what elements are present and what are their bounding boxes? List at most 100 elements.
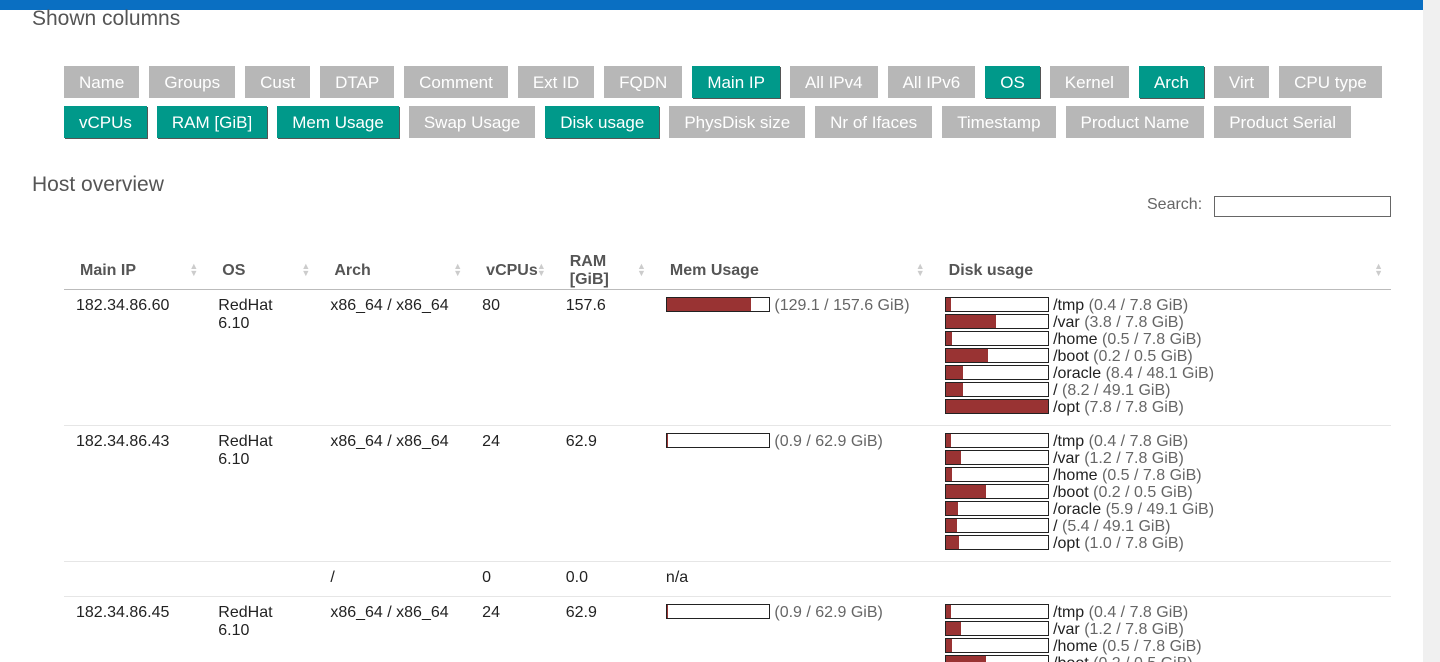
toggle-column-cust[interactable]: Cust: [245, 66, 311, 98]
disk-usage-bar: [944, 297, 1049, 312]
toggle-column-ext-id[interactable]: Ext ID: [517, 66, 595, 98]
sort-arrows-icon: ▲ ▼: [189, 261, 199, 278]
disk-usage-fill: [945, 622, 961, 635]
disk-usage-text: (0.2 / 0.5 GiB): [1093, 655, 1193, 662]
disk-usage-bar: [944, 348, 1049, 363]
disk-usage-line: /tmp (0.4 / 7.8 GiB): [944, 604, 1379, 621]
column-header-mem-usage[interactable]: Mem Usage ▲ ▼: [653, 253, 933, 290]
table-header-row: Main IP ▲ ▼ OS ▲ ▼ Arch ▲ ▼ vCPUs ▲ ▼ RAM [GiB] ▲ ▼ Mem…: [64, 253, 1391, 290]
disk-usage-fill: [945, 502, 958, 515]
table-row: 182.34.86.43 RedHat 6.10 x86_64 / x86_64 24…: [64, 425, 1391, 562]
button-row: Name Groups Cust DTAP Comment Ext ID FQDN Main …: [64, 66, 1384, 98]
column-header-os[interactable]: OS ▲ ▼: [206, 253, 319, 290]
toggle-column-vcpus[interactable]: vCPUs: [64, 106, 147, 138]
disk-usage-cell: [932, 561, 1391, 597]
disk-mount-label: /opt: [1048, 535, 1085, 552]
column-header-vcpus[interactable]: vCPUs ▲ ▼: [470, 253, 554, 290]
main-ip-cell: [64, 561, 207, 597]
disk-usage-bar: [944, 399, 1049, 414]
disk-usage-fill: [945, 451, 961, 464]
disk-mount-label: /oracle: [1048, 501, 1106, 518]
search-input[interactable]: [1214, 196, 1391, 217]
toggle-column-product-serial[interactable]: Product Serial: [1214, 106, 1351, 138]
disk-usage-line: /var (1.2 / 7.8 GiB): [944, 450, 1379, 467]
column-header-disk-usage[interactable]: Disk usage ▲ ▼: [932, 253, 1391, 290]
toggle-column-main-ip[interactable]: Main IP: [692, 66, 780, 98]
toggle-column-kernel[interactable]: Kernel: [1049, 66, 1129, 98]
disk-usage-text: (7.8 / 7.8 GiB): [1084, 399, 1184, 416]
disk-usage-fill: [945, 536, 959, 549]
disk-mount-label: /home: [1048, 638, 1102, 655]
column-header-label: Arch: [334, 262, 371, 279]
column-toggle-buttons: Name Groups Cust DTAP Comment Ext ID FQDN Main …: [64, 66, 1384, 146]
ram-cell: 62.9: [553, 596, 654, 662]
disk-usage-bar: [944, 501, 1049, 516]
disk-mount-label: /opt: [1048, 399, 1085, 416]
disk-usage-fill: [945, 383, 963, 396]
sort-arrows-icon: ▲ ▼: [453, 261, 463, 278]
mem-usage-cell: (0.9 / 62.9 GiB): [653, 596, 933, 662]
disk-usage-line: /home (0.5 / 7.8 GiB): [944, 467, 1379, 484]
toggle-column-swap-usage[interactable]: Swap Usage: [408, 106, 536, 138]
vertical-scrollbar[interactable]: [1423, 0, 1440, 662]
toggle-column-comment[interactable]: Comment: [404, 66, 508, 98]
vcpus-cell: 0: [470, 561, 554, 597]
disk-usage-bar: [944, 382, 1049, 397]
mem-usage-text: (0.9 / 62.9 GiB): [769, 604, 883, 621]
disk-mount-label: /tmp: [1048, 433, 1089, 450]
toggle-column-timestamp[interactable]: Timestamp: [942, 106, 1056, 138]
mem-usage-na: n/a: [665, 569, 689, 586]
toggle-column-arch[interactable]: Arch: [1138, 66, 1204, 98]
disk-usage-text: (0.5 / 7.8 GiB): [1102, 331, 1202, 348]
button-row: vCPUs RAM [GiB] Mem Usage Swap Usage Disk us…: [64, 106, 1384, 138]
toggle-column-product-name[interactable]: Product Name: [1065, 106, 1205, 138]
disk-usage-bar: [944, 331, 1049, 346]
vcpus-cell: 24: [470, 596, 554, 662]
disk-usage-cell: /tmp (0.4 / 7.8 GiB) /var (1.2 / 7.8 GiB…: [932, 425, 1391, 562]
disk-usage-bar: [944, 467, 1049, 482]
mem-usage-cell: n/a: [653, 561, 933, 597]
disk-usage-text: (8.4 / 48.1 GiB): [1105, 365, 1215, 382]
toggle-column-os[interactable]: OS: [985, 66, 1040, 98]
disk-usage-text: (8.2 / 49.1 GiB): [1061, 382, 1171, 399]
disk-usage-bar: [944, 655, 1049, 662]
vcpus-cell: 80: [470, 289, 554, 426]
mem-usage-text: (129.1 / 157.6 GiB): [769, 297, 910, 314]
disk-mount-label: /home: [1048, 331, 1102, 348]
toggle-column-fqdn[interactable]: FQDN: [604, 66, 683, 98]
toggle-column-nr-of-ifaces[interactable]: Nr of Ifaces: [815, 106, 933, 138]
mem-usage-bar: [665, 433, 770, 448]
column-header-main-ip[interactable]: Main IP ▲ ▼: [64, 253, 207, 290]
toggle-column-groups[interactable]: Groups: [149, 66, 236, 98]
toggle-column-physdisk-size[interactable]: PhysDisk size: [669, 106, 806, 138]
disk-mount-label: /home: [1048, 467, 1102, 484]
disk-usage-line: /oracle (8.4 / 48.1 GiB): [944, 365, 1379, 382]
disk-usage-text: (5.4 / 49.1 GiB): [1061, 518, 1171, 535]
toggle-column-cpu-type[interactable]: CPU type: [1279, 66, 1382, 98]
toggle-column-all-ipv6[interactable]: All IPv6: [887, 66, 976, 98]
disk-usage-fill: [945, 366, 963, 379]
sort-arrows-icon: ▲ ▼: [536, 261, 546, 278]
toggle-column-name[interactable]: Name: [64, 66, 140, 98]
disk-mount-label: /var: [1048, 621, 1085, 638]
disk-mount-label: /boot: [1048, 484, 1094, 501]
toggle-column-virt[interactable]: Virt: [1213, 66, 1270, 98]
disk-usage-text: (0.5 / 7.8 GiB): [1102, 467, 1202, 484]
arch-cell: x86_64 / x86_64: [318, 596, 471, 662]
host-overview-title: Host overview: [32, 173, 164, 196]
disk-mount-label: /boot: [1048, 348, 1094, 365]
toggle-column-disk-usage[interactable]: Disk usage: [545, 106, 660, 138]
toggle-column-dtap[interactable]: DTAP: [320, 66, 395, 98]
arch-cell: /: [318, 561, 471, 597]
os-cell: [206, 561, 319, 597]
toggle-column-all-ipv4[interactable]: All IPv4: [789, 66, 878, 98]
column-header-arch[interactable]: Arch ▲ ▼: [318, 253, 471, 290]
disk-usage-line: /boot (0.2 / 0.5 GiB): [944, 655, 1379, 662]
toggle-column-ram-gib[interactable]: RAM [GiB]: [156, 106, 268, 138]
disk-mount-label: /var: [1048, 450, 1085, 467]
disk-mount-label: /tmp: [1048, 604, 1089, 621]
column-header-ram-gib[interactable]: RAM [GiB] ▲ ▼: [553, 253, 654, 290]
toggle-column-mem-usage[interactable]: Mem Usage: [277, 106, 399, 138]
arch-cell: x86_64 / x86_64: [318, 289, 471, 426]
page: Shown columns Name Groups Cust DTAP Comment E…: [0, 0, 1423, 662]
